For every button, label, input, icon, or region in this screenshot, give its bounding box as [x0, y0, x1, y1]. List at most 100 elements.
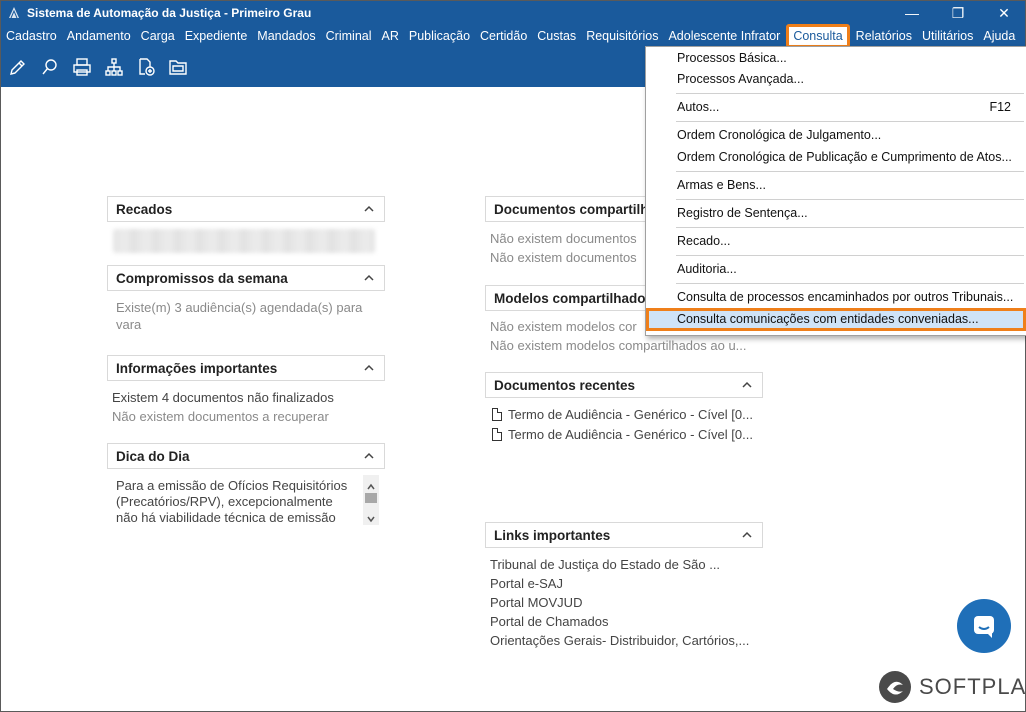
- search-document-icon[interactable]: [39, 56, 61, 78]
- document-icon: [492, 408, 502, 421]
- recent-document-label[interactable]: Termo de Audiência - Genérico - Cível [0…: [508, 407, 753, 422]
- panel-title: Links importantes: [494, 527, 611, 543]
- menu-item-label: Auditoria...: [677, 262, 737, 276]
- menu-item-comunicacoes-entidades[interactable]: Consulta comunicações com entidades conv…: [646, 308, 1026, 331]
- documentos-compartilhados-text-2: Não existem documentos: [490, 250, 637, 265]
- panel-title: Modelos compartilhados: [494, 290, 654, 306]
- menu-utilitarios[interactable]: Utilitários: [917, 25, 978, 47]
- menu-consulta[interactable]: Consulta: [786, 24, 850, 48]
- panel-recados-header[interactable]: Recados: [107, 196, 385, 222]
- menu-requisitorios[interactable]: Requisitórios: [581, 25, 663, 47]
- chevron-up-icon[interactable]: [740, 378, 754, 392]
- informacoes-text-2: Não existem documentos a recuperar: [112, 409, 329, 424]
- chevron-up-icon[interactable]: [362, 271, 376, 285]
- scrollbar-thumb[interactable]: [365, 493, 377, 503]
- close-button[interactable]: ✕: [981, 1, 1026, 25]
- chevron-up-icon[interactable]: [362, 202, 376, 216]
- informacoes-text-1[interactable]: Existem 4 documentos não finalizados: [112, 388, 334, 407]
- menu-custas[interactable]: Custas: [532, 25, 581, 47]
- menu-bar: Cadastro Andamento Carga Expediente Mand…: [1, 24, 1025, 48]
- menu-adolescente-infrator[interactable]: Adolescente Infrator: [663, 25, 785, 47]
- menu-separator: [676, 255, 1024, 256]
- folder-icon[interactable]: [167, 56, 189, 78]
- printer-icon[interactable]: [71, 56, 93, 78]
- menu-andamento[interactable]: Andamento: [62, 25, 136, 47]
- menu-item-registro-sentenca[interactable]: Registro de Sentença...: [647, 203, 1025, 224]
- menu-item-label: Recado...: [677, 234, 731, 248]
- panel-title: Documentos compartilha: [494, 201, 657, 217]
- menu-item-armas-bens[interactable]: Armas e Bens...: [647, 175, 1025, 196]
- modelos-text-1: Não existem modelos cor: [490, 319, 637, 334]
- document-icon: [492, 428, 502, 441]
- chevron-up-icon[interactable]: [362, 449, 376, 463]
- chat-button[interactable]: [957, 599, 1011, 653]
- menu-item-label: Ordem Cronológica de Publicação e Cumpri…: [677, 150, 1012, 164]
- link-tjsp[interactable]: Tribunal de Justiça do Estado de São ...: [490, 555, 720, 574]
- justice-scale-icon: [7, 6, 21, 20]
- menu-ar[interactable]: AR: [377, 25, 404, 47]
- recent-document-label[interactable]: Termo de Audiência - Genérico - Cível [0…: [508, 427, 753, 442]
- minimize-button[interactable]: —: [889, 1, 935, 25]
- menu-publicacao[interactable]: Publicação: [404, 25, 475, 47]
- scroll-down-arrow-icon[interactable]: [366, 511, 376, 523]
- edit-icon[interactable]: [7, 56, 29, 78]
- panel-title: Recados: [116, 201, 173, 217]
- scroll-up-arrow-icon[interactable]: [366, 479, 376, 490]
- hierarchy-icon[interactable]: [103, 56, 125, 78]
- menu-separator: [676, 121, 1024, 122]
- maximize-button[interactable]: ❐: [935, 1, 981, 25]
- panel-recentes-header[interactable]: Documentos recentes: [485, 372, 763, 398]
- panel-title: Dica do Dia: [116, 448, 190, 464]
- menu-cadastro[interactable]: Cadastro: [1, 25, 62, 47]
- chat-icon: [974, 616, 994, 638]
- menu-item-label: Consulta de processos encaminhados por o…: [677, 290, 1014, 304]
- menu-certidao[interactable]: Certidão: [475, 25, 532, 47]
- menu-item-label: Registro de Sentença...: [677, 206, 808, 220]
- consulta-dropdown-menu: Processos Básica... Processos Avançada..…: [645, 46, 1026, 336]
- menu-item-ordem-julgamento[interactable]: Ordem Cronológica de Julgamento...: [647, 125, 1025, 146]
- recados-blurred-content: [113, 229, 375, 253]
- add-document-icon[interactable]: [135, 56, 157, 78]
- link-portal-chamados[interactable]: Portal de Chamados: [490, 612, 609, 631]
- menu-item-ordem-publicacao[interactable]: Ordem Cronológica de Publicação e Cumpri…: [647, 147, 1025, 168]
- dica-scrollbar[interactable]: [363, 475, 379, 525]
- compromissos-text-1[interactable]: Existe(m) 3 audiência(s) agendada(s) par…: [116, 298, 362, 317]
- compromissos-text-2[interactable]: vara: [116, 315, 141, 334]
- link-portal-movjud[interactable]: Portal MOVJUD: [490, 593, 582, 612]
- menu-carga[interactable]: Carga: [136, 25, 180, 47]
- app-window: Sistema de Automação da Justiça - Primei…: [0, 0, 1026, 712]
- panel-title: Compromissos da semana: [116, 270, 288, 286]
- menu-ajuda[interactable]: Ajuda: [978, 25, 1020, 47]
- link-portal-esaj[interactable]: Portal e-SAJ: [490, 574, 563, 593]
- menu-item-autos[interactable]: Autos... F12: [647, 97, 1025, 118]
- menu-item-auditoria[interactable]: Auditoria...: [647, 259, 1025, 280]
- panel-informacoes-header[interactable]: Informações importantes: [107, 355, 385, 381]
- documentos-compartilhados-text-1: Não existem documentos: [490, 231, 637, 246]
- panel-dica-header[interactable]: Dica do Dia: [107, 443, 385, 469]
- menu-separator: [676, 199, 1024, 200]
- softplan-logo-text: SOFTPLAN: [919, 674, 1026, 699]
- menu-item-label: Processos Avançada...: [677, 72, 804, 86]
- menu-relatorios[interactable]: Relatórios: [851, 25, 917, 47]
- menu-item-processos-basica[interactable]: Processos Básica...: [647, 48, 1025, 69]
- panel-title: Documentos recentes: [494, 377, 636, 393]
- menu-item-processos-outros-tribunais[interactable]: Consulta de processos encaminhados por o…: [647, 287, 1025, 308]
- menu-item-processos-avancada[interactable]: Processos Avançada...: [647, 69, 1025, 90]
- panel-links-header[interactable]: Links importantes: [485, 522, 763, 548]
- menu-item-recado[interactable]: Recado...: [647, 231, 1025, 252]
- menu-item-label: Processos Básica...: [677, 51, 787, 65]
- recent-document-link[interactable]: Termo de Audiência - Genérico - Cível [0…: [492, 405, 753, 424]
- panel-compromissos-header[interactable]: Compromissos da semana: [107, 265, 385, 291]
- menu-item-shortcut: F12: [989, 100, 1011, 114]
- menu-criminal[interactable]: Criminal: [321, 25, 377, 47]
- title-bar: Sistema de Automação da Justiça - Primei…: [1, 1, 1025, 25]
- menu-expediente[interactable]: Expediente: [180, 25, 253, 47]
- menu-separator: [676, 283, 1024, 284]
- menu-mandados[interactable]: Mandados: [252, 25, 320, 47]
- recent-document-link[interactable]: Termo de Audiência - Genérico - Cível [0…: [492, 425, 753, 444]
- menu-separator: [676, 171, 1024, 172]
- chevron-up-icon[interactable]: [362, 361, 376, 375]
- panel-title: Informações importantes: [116, 360, 278, 376]
- chevron-up-icon[interactable]: [740, 528, 754, 542]
- link-orientacoes-gerais[interactable]: Orientações Gerais- Distribuidor, Cartór…: [490, 631, 749, 650]
